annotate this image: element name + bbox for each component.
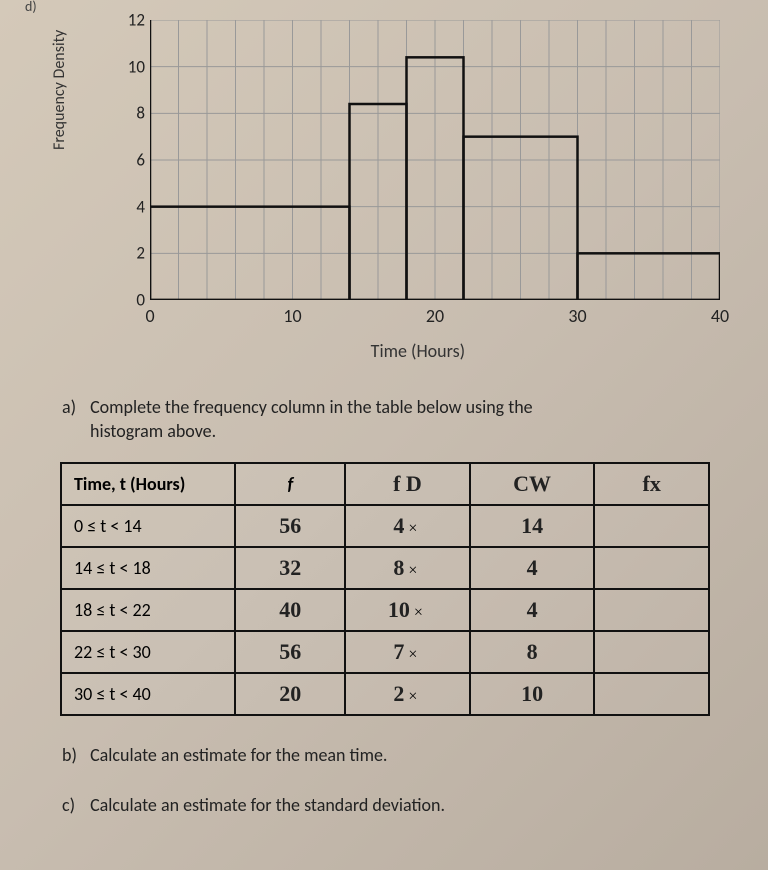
y-axis-label: Frequency Density [50,30,69,150]
question-c: c) Calculate an estimate for the standar… [90,794,738,816]
question-b-text: Calculate an estimate for the mean time. [90,744,387,766]
question-b-label: b) [62,744,86,766]
cell-cw: 14 [470,505,595,547]
cell-cw: 4 [470,547,595,589]
chart-svg [150,20,720,300]
question-b: b) Calculate an estimate for the mean ti… [90,744,738,766]
xtick-20: 20 [426,305,444,327]
ytick-0: 0 [120,290,145,311]
table-row: 30 ≤ t < 40 20 2× 10 [61,673,709,715]
question-c-text: Calculate an estimate for the standard d… [90,794,445,816]
cell-time: 0 ≤ t < 14 [61,505,235,547]
question-part-d-label: d) [25,0,37,15]
cell-fd: 2× [345,673,470,715]
cell-f: 40 [235,589,345,631]
ytick-10: 10 [120,57,145,78]
cell-fd: 4× [345,505,470,547]
cell-time: 18 ≤ t < 22 [61,589,235,631]
cell-time: 14 ≤ t < 18 [61,547,235,589]
cell-fd: 7× [345,631,470,673]
xtick-0: 0 [145,305,154,327]
frequency-table: Time, t (Hours) f f D CW fx 0 ≤ t < 14 5… [60,462,710,716]
cell-f: 20 [235,673,345,715]
cell-f: 56 [235,631,345,673]
ytick-2: 2 [120,243,145,264]
cell-fx [594,505,709,547]
cell-cw: 4 [470,589,595,631]
cell-time: 22 ≤ t < 30 [61,631,235,673]
ytick-6: 6 [120,150,145,171]
ytick-4: 4 [120,197,145,218]
table-row: 22 ≤ t < 30 56 7× 8 [61,631,709,673]
table-header-row: Time, t (Hours) f f D CW fx [61,463,709,505]
th-cw: CW [470,463,595,505]
question-a-line1: Complete the frequency column in the tab… [90,396,533,418]
cell-cw: 8 [470,631,595,673]
th-time: Time, t (Hours) [61,463,235,505]
cell-f: 32 [235,547,345,589]
cell-fd: 10× [345,589,470,631]
xtick-30: 30 [568,305,586,327]
cell-fx [594,547,709,589]
histogram-chart: Frequency Density 0 2 4 6 8 10 12 [60,0,738,385]
cell-fx [594,631,709,673]
question-a-line2: histogram above. [90,420,216,442]
ytick-12: 12 [120,10,145,31]
cell-fx [594,589,709,631]
cell-fx [594,673,709,715]
xtick-10: 10 [283,305,301,327]
x-axis-label: Time (Hours) [371,340,465,362]
table-row: 14 ≤ t < 18 32 8× 4 [61,547,709,589]
cell-f: 56 [235,505,345,547]
cell-time: 30 ≤ t < 40 [61,673,235,715]
question-c-label: c) [62,794,86,816]
cell-cw: 10 [470,673,595,715]
question-a: a) Complete the frequency column in the … [90,395,738,444]
question-a-label: a) [62,395,86,419]
th-f: f [235,463,345,505]
ytick-8: 8 [120,103,145,124]
cell-fd: 8× [345,547,470,589]
th-fd: f D [345,463,470,505]
xtick-40: 40 [711,305,729,327]
th-fx: fx [594,463,709,505]
table-row: 0 ≤ t < 14 56 4× 14 [61,505,709,547]
table-row: 18 ≤ t < 22 40 10× 4 [61,589,709,631]
